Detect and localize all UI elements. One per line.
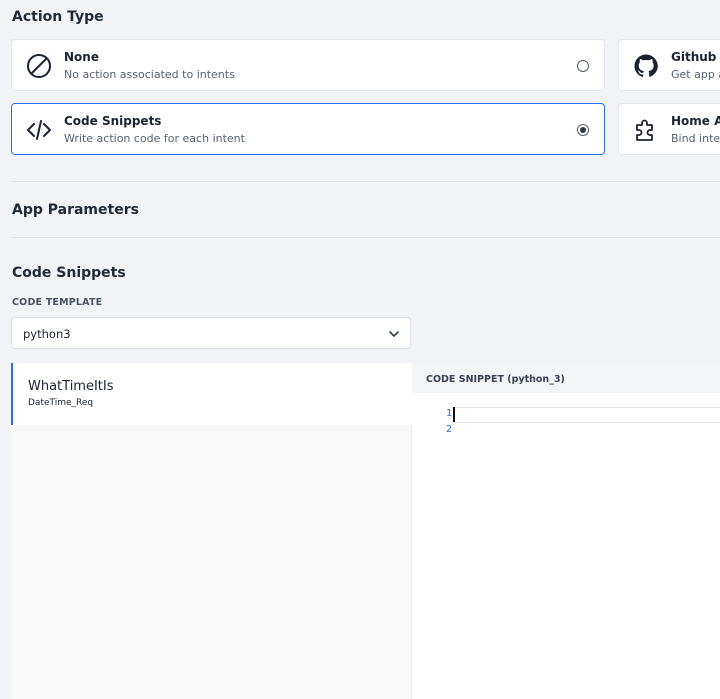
line-number: 2 [445,424,452,435]
code-editor[interactable]: CODE SNIPPET (python_3) 1 2 [412,363,720,699]
card-description: Bind inter [671,132,720,145]
code-snippets-title: Code Snippets [12,265,126,281]
card-title: None [64,50,99,64]
intent-name: WhatTimeItIs [28,379,114,394]
card-title: Home As [671,114,720,128]
radio-code-snippets[interactable] [577,124,589,136]
radio-none[interactable] [577,60,589,72]
ban-icon [27,54,51,78]
action-card-home-assistant[interactable]: Home As Bind inter [618,103,720,155]
action-card-none[interactable]: None No action associated to intents [11,39,605,91]
code-template-value: python3 [23,327,71,341]
line-number: 1 [445,408,452,419]
divider [12,237,720,238]
card-title: Github [671,50,717,64]
text-cursor [453,407,455,422]
card-description: Get app a [671,68,720,81]
action-type-title: Action Type [12,9,104,25]
action-card-code-snippets[interactable]: Code Snippets Write action code for each… [11,103,605,155]
intent-list: WhatTimeItIs DateTime_Req [11,363,412,699]
puzzle-icon [636,119,653,141]
code-icon [27,120,51,140]
code-template-select[interactable]: python3 [11,317,411,349]
card-title: Code Snippets [64,114,162,128]
divider [12,181,720,182]
card-description: No action associated to intents [64,68,235,81]
code-template-label: CODE TEMPLATE [12,297,103,308]
code-snippet-label: CODE SNIPPET (python_3) [426,374,565,385]
chevron-down-icon [389,331,399,337]
action-card-github[interactable]: Github Get app a [618,39,720,91]
editor-header: CODE SNIPPET (python_3) [412,363,720,393]
intent-list-item[interactable]: WhatTimeItIs DateTime_Req [11,363,412,425]
app-parameters-title[interactable]: App Parameters [12,202,139,218]
intent-subtitle: DateTime_Req [28,398,94,408]
editor-gutter: 1 2 [412,393,452,699]
github-icon [634,54,658,77]
card-description: Write action code for each intent [64,132,245,145]
active-line-highlight [452,407,720,423]
